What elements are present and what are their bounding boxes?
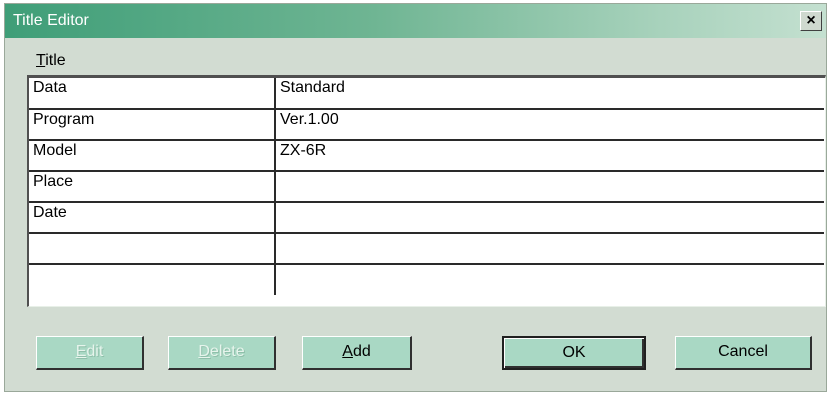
edit-button[interactable]: Edit [36, 336, 144, 370]
table-row[interactable]: Program Ver.1.00 [29, 109, 824, 141]
ok-label: OK [562, 344, 586, 361]
row-key-cell[interactable]: Model [29, 140, 276, 172]
add-label: dd [352, 343, 371, 360]
row-value-cell[interactable] [275, 264, 824, 295]
menu-bar: Title [5, 38, 826, 76]
edit-accel: E [75, 343, 87, 360]
row-key-cell[interactable]: Data [29, 78, 276, 110]
title-table: Data Standard Program Ver.1.00 Model ZX-… [27, 75, 826, 307]
row-key-cell[interactable]: Place [29, 171, 276, 203]
table-row[interactable] [29, 264, 824, 295]
row-key-cell[interactable] [29, 233, 276, 265]
table-row[interactable]: Date [29, 202, 824, 234]
row-key-cell[interactable]: Date [29, 202, 276, 234]
edit-label: dit [86, 343, 104, 360]
ok-button[interactable]: OK [502, 336, 646, 370]
add-accel: A [342, 343, 353, 360]
row-key-cell[interactable] [29, 264, 276, 295]
delete-label: elete [209, 343, 245, 360]
window-titlebar[interactable]: Title Editor × [5, 4, 826, 38]
row-value-cell[interactable]: Standard [275, 78, 824, 110]
add-button[interactable]: Add [302, 336, 412, 370]
row-value-cell[interactable] [275, 202, 824, 234]
table-row[interactable]: Model ZX-6R [29, 140, 824, 172]
window-title: Title Editor [13, 12, 89, 29]
row-value-cell[interactable] [275, 171, 824, 203]
title-editor-window: Title Editor × Title Data Standard Progr… [4, 3, 827, 392]
cancel-label: Cancel [718, 343, 768, 360]
close-icon: × [806, 12, 816, 29]
delete-button[interactable]: Delete [168, 336, 276, 370]
delete-accel: D [198, 343, 210, 360]
row-value-cell[interactable]: Ver.1.00 [275, 109, 824, 141]
menu-title-label: itle [45, 52, 66, 69]
table-row[interactable]: Place [29, 171, 824, 203]
menu-title[interactable]: Title [36, 52, 66, 70]
row-key-cell[interactable]: Program [29, 109, 276, 141]
close-button[interactable]: × [800, 11, 822, 31]
table-row[interactable]: Data Standard [29, 78, 824, 110]
cancel-button[interactable]: Cancel [675, 336, 812, 370]
title-grid: Data Standard Program Ver.1.00 Model ZX-… [29, 78, 824, 295]
row-value-cell[interactable]: ZX-6R [275, 140, 824, 172]
table-row[interactable] [29, 233, 824, 265]
row-value-cell[interactable] [275, 233, 824, 265]
menu-title-accel: T [36, 52, 46, 69]
